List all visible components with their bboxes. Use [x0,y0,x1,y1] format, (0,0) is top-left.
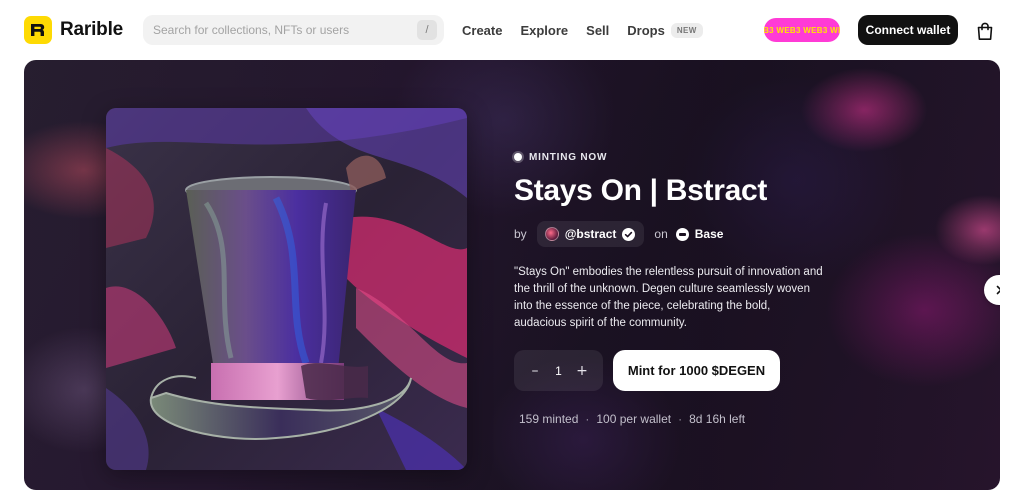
on-label: on [654,227,668,241]
web3-promo-text: WEB3 WEB3 WEB3 WEB3 [764,25,840,35]
decrement-button[interactable]: – [528,363,542,379]
drop-info-panel: MINTING NOW Stays On | Bstract by @bstra… [514,150,834,426]
creator-name: @bstract [564,227,617,241]
drop-title: Stays On | Bstract [514,174,768,207]
web3-promo-pill[interactable]: WEB3 WEB3 WEB3 WEB3 [764,18,840,42]
creator-chain-row: by @bstract on Base [514,221,834,247]
connect-wallet-button[interactable]: Connect wallet [858,15,958,45]
search-bar[interactable]: / [143,15,444,45]
increment-button[interactable]: + [575,363,589,379]
by-label: by [514,227,527,241]
per-wallet-limit: 100 per wallet [596,412,672,426]
time-left: 8d 16h left [689,412,746,426]
main-nav: Create Explore Sell Drops NEW [462,20,703,40]
drops-new-badge: NEW [670,22,703,38]
search-shortcut-key: / [417,20,437,40]
live-dot-icon [514,153,522,161]
quantity-stepper: – 1 + [514,350,603,391]
chain-link[interactable]: Base [675,227,724,241]
minted-count: 159 minted [519,412,579,426]
rarible-r-logo-icon [24,16,52,44]
nav-create[interactable]: Create [462,23,502,38]
creator-link[interactable]: @bstract [536,221,645,247]
verified-badge-icon [622,227,636,241]
nav-sell[interactable]: Sell [586,23,609,38]
top-navbar: Rarible / Create Explore Sell Drops NEW … [0,0,1024,60]
nav-drops[interactable]: Drops [627,23,665,38]
stat-separator: · [585,412,590,426]
rarible-logo-link[interactable]: Rarible [24,16,123,44]
nav-explore[interactable]: Explore [520,23,568,38]
quantity-value: 1 [555,363,562,378]
chain-name: Base [694,227,724,241]
base-chain-icon [675,227,689,241]
status-label: MINTING NOW [529,151,608,163]
featured-drop-hero: MINTING NOW Stays On | Bstract by @bstra… [24,60,1000,490]
search-input[interactable] [143,23,417,37]
minting-status: MINTING NOW [514,150,834,164]
mint-stats: 159 minted · 100 per wallet · 8d 16h lef… [514,412,834,426]
mint-actions: – 1 + Mint for 1000 $DEGEN [514,350,834,391]
mint-button[interactable]: Mint for 1000 $DEGEN [613,350,780,391]
top-hat-artwork-image[interactable] [106,108,467,470]
stat-separator: · [678,412,683,426]
drop-description: "Stays On" embodies the relentless pursu… [514,266,823,329]
shopping-bag-icon[interactable] [972,18,998,44]
brand-name: Rarible [60,19,124,40]
creator-avatar [544,227,559,241]
